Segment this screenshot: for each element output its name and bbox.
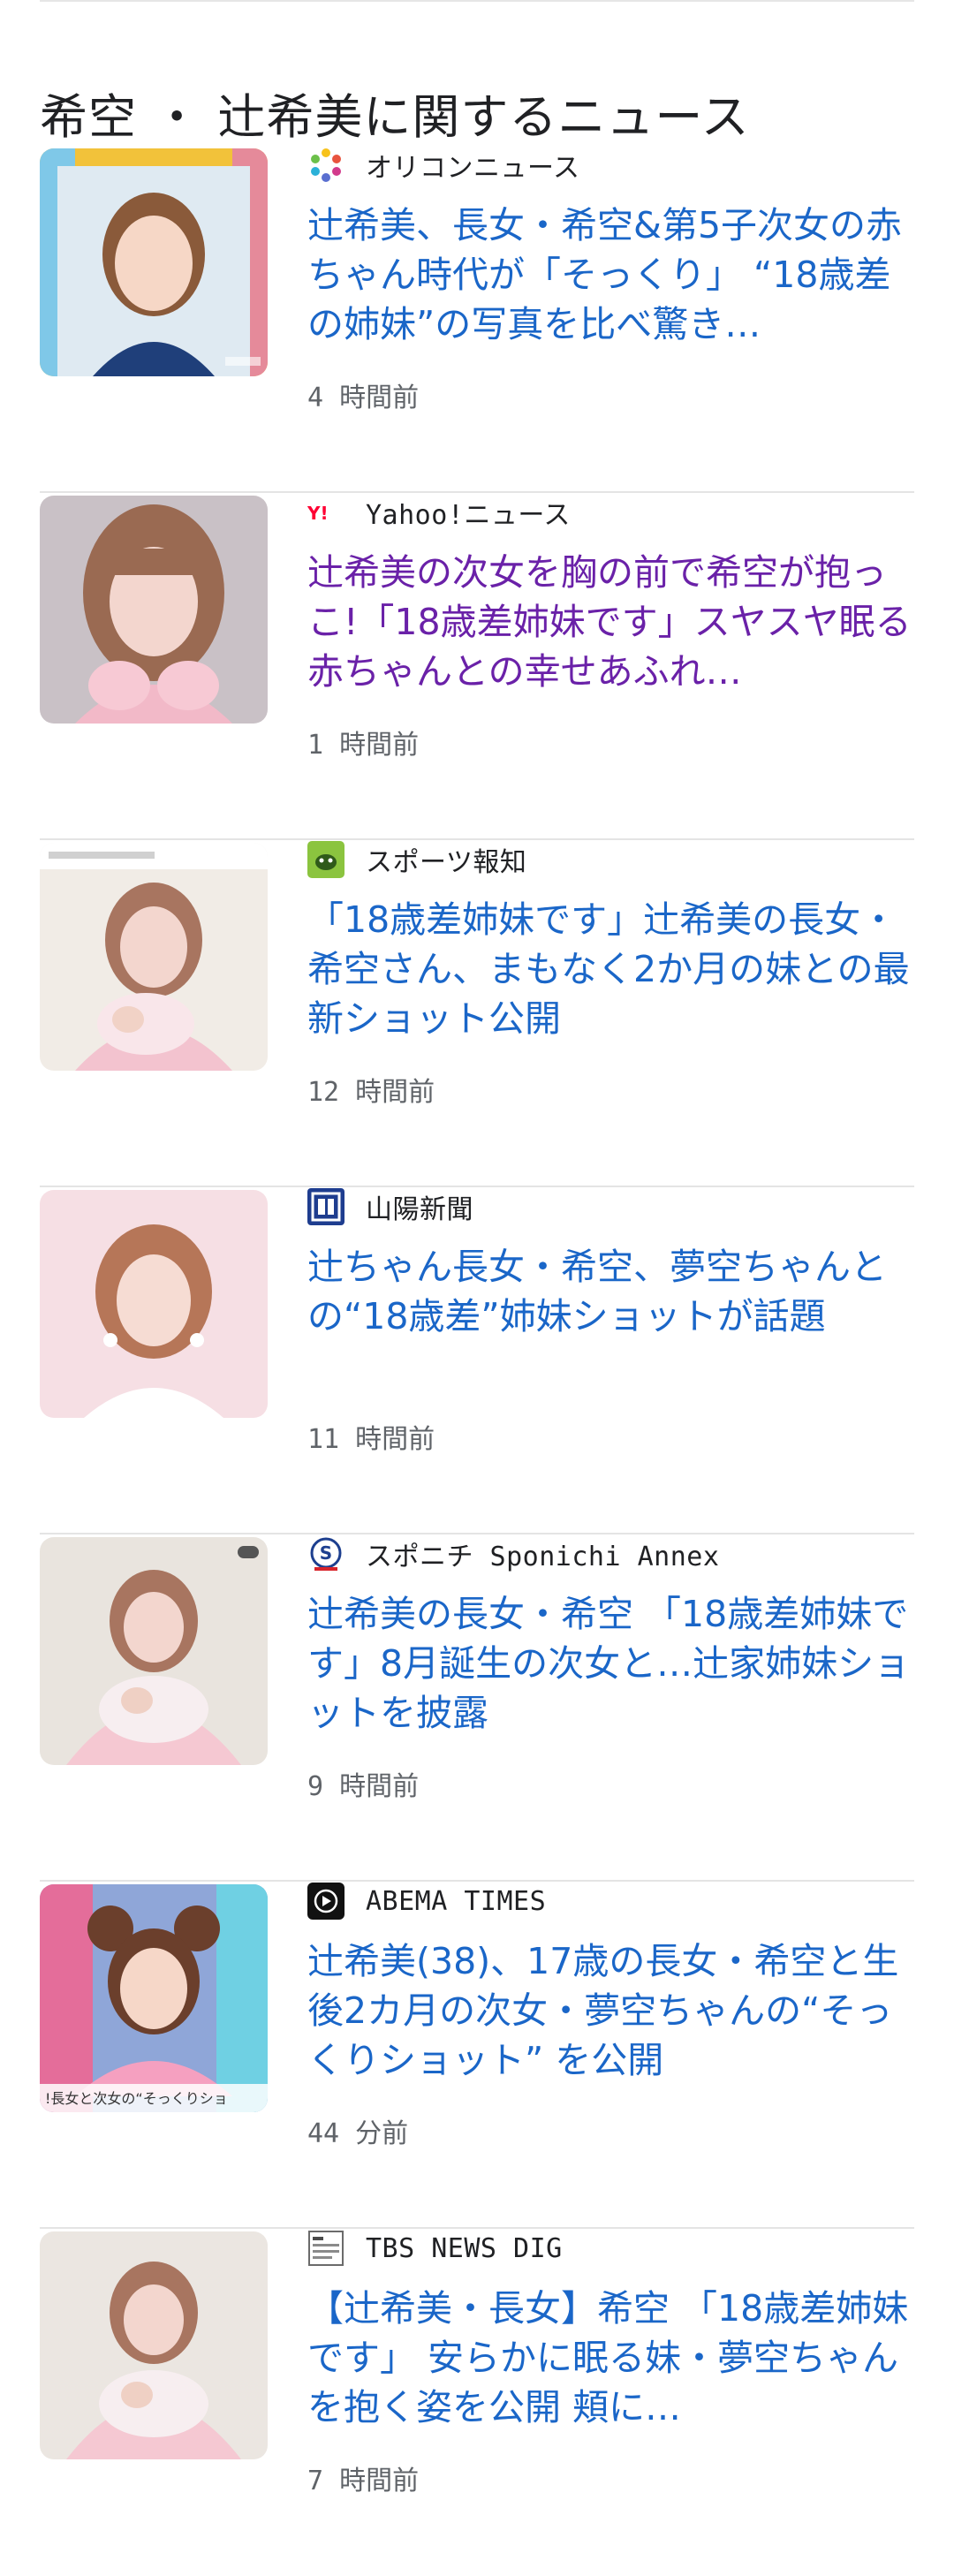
news-item[interactable]: TBS NEWS DIG 【辻希美・長女】希空 「18歳差姉妹です」 安らかに眠… [40, 2229, 914, 2576]
published-time: 4 時間前 [307, 383, 420, 413]
source-name: オリコンニュース [366, 153, 580, 184]
tbs-logo-icon [307, 2230, 344, 2267]
article-thumbnail[interactable] [40, 496, 268, 724]
source-name: スポーツ報知 [366, 847, 527, 878]
article-thumbnail[interactable] [40, 2231, 268, 2459]
news-item[interactable]: Y! Yahoo!ニュース 辻希美の次女を胸の前で希空が抱っこ!「18歳差姉妹で… [40, 493, 914, 840]
source-name: 山陽新聞 [366, 1194, 473, 1225]
article-headline-link[interactable]: 辻ちゃん長女・希空、夢空ちゃんとの“18歳差”姉妹ショットが話題 [307, 1242, 914, 1341]
svg-text:Y!: Y! [307, 503, 329, 523]
source-name: ABEMA TIMES [366, 1885, 547, 1917]
article-thumbnail[interactable]: !長女と次女の“そっくりショ [40, 1884, 268, 2112]
news-item[interactable]: 山陽新聞 辻ちゃん長女・希空、夢空ちゃんとの“18歳差”姉妹ショットが話題 11… [40, 1187, 914, 1534]
news-list: オリコンニュース 辻希美、長女・希空&第5子次女の赤ちゃん時代が「そっくり」 “… [0, 146, 954, 2576]
article-headline-link[interactable]: 辻希美の長女・希空 「18歳差姉妹です」8月誕生の次女と…辻家姉妹ショットを披露 [307, 1589, 914, 1738]
published-time: 1 時間前 [307, 730, 420, 761]
sanyo-logo-icon [307, 1188, 344, 1225]
news-item[interactable]: オリコンニュース 辻希美、長女・希空&第5子次女の赤ちゃん時代が「そっくり」 “… [40, 146, 914, 493]
top-divider [40, 0, 914, 2]
article-thumbnail[interactable] [40, 1537, 268, 1765]
svg-text:S: S [320, 1542, 332, 1564]
abema-logo-icon [307, 1883, 344, 1920]
article-thumbnail[interactable] [40, 1190, 268, 1418]
section-title: 希空 ・ 辻希美に関するニュース [40, 88, 750, 145]
published-time: 9 時間前 [307, 1771, 420, 1802]
published-time: 44 分前 [307, 2118, 409, 2149]
news-item[interactable]: !長女と次女の“そっくりショ ABEMA TIMES 辻希美(38)、17歳の長… [40, 1882, 914, 2229]
news-item[interactable]: S スポニチ Sponichi Annex 辻希美の長女・希空 「18歳差姉妹で… [40, 1534, 914, 1882]
thumbnail-caption: !長女と次女の“そっくりショ [45, 2090, 228, 2107]
article-headline-link[interactable]: 辻希美の次女を胸の前で希空が抱っこ!「18歳差姉妹です」スヤスヤ眠る赤ちゃんとの… [307, 548, 914, 696]
source-name: TBS NEWS DIG [366, 2232, 563, 2264]
sponichi-logo-icon: S [307, 1535, 344, 1572]
article-headline-link[interactable]: 辻希美、長女・希空&第5子次女の赤ちゃん時代が「そっくり」 “18歳差の姉妹”の… [307, 201, 914, 349]
article-headline-link[interactable]: 【辻希美・長女】希空 「18歳差姉妹です」 安らかに眠る妹・夢空ちゃんを抱く姿を… [307, 2284, 914, 2432]
published-time: 7 時間前 [307, 2466, 420, 2496]
article-thumbnail[interactable] [40, 148, 268, 376]
hochi-logo-icon [307, 841, 344, 878]
article-thumbnail[interactable] [40, 843, 268, 1071]
article-headline-link[interactable]: 辻希美(38)、17歳の長女・希空と生後2カ月の次女・夢空ちゃんの“そっくりショ… [307, 1936, 914, 2085]
oricon-logo-icon [307, 147, 344, 184]
article-headline-link[interactable]: 「18歳差姉妹です」辻希美の長女・希空さん、まもなく2か月の妹との最新ショット公… [307, 895, 914, 1043]
source-name: スポニチ Sponichi Annex [366, 1542, 720, 1572]
news-item[interactable]: スポーツ報知 「18歳差姉妹です」辻希美の長女・希空さん、まもなく2か月の妹との… [40, 840, 914, 1187]
yahoo-logo-icon: Y! [307, 494, 344, 531]
published-time: 12 時間前 [307, 1077, 435, 1108]
source-name: Yahoo!ニュース [366, 500, 571, 531]
published-time: 11 時間前 [307, 1424, 435, 1455]
